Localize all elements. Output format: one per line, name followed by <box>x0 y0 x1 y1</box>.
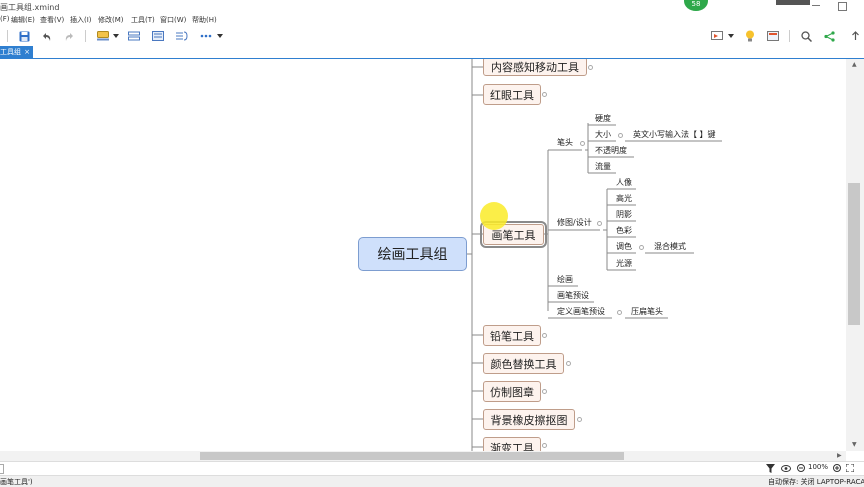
subtopic-toning[interactable]: 调色 <box>616 241 632 252</box>
subtopic-hardness[interactable]: 硬度 <box>595 113 611 124</box>
menu-file[interactable]: (F) <box>0 15 10 23</box>
tab-document[interactable]: 工具组 × <box>0 46 33 58</box>
eye-icon[interactable] <box>781 465 791 474</box>
subtopic-size-note[interactable]: 英文小写输入法【 】键 <box>633 129 716 140</box>
subtopic-brush-preset[interactable]: 画笔预设 <box>557 290 589 301</box>
dropdown-icon[interactable] <box>112 29 120 43</box>
cursor-highlight <box>480 202 508 230</box>
editor-tabs: 工具组 × <box>0 46 864 59</box>
maximize-icon[interactable] <box>838 2 847 11</box>
collapse-icon[interactable] <box>580 141 585 146</box>
filter-icon[interactable] <box>766 464 775 475</box>
subtopic-highlight[interactable]: 高光 <box>616 193 632 204</box>
expand-icon[interactable] <box>566 361 571 366</box>
toolbar-separator <box>7 30 8 42</box>
expand-icon[interactable] <box>542 92 547 97</box>
expand-icon[interactable] <box>577 417 582 422</box>
collapse-icon[interactable] <box>639 245 644 250</box>
minimize-icon[interactable] <box>812 5 820 6</box>
toolbar-separator <box>789 30 790 42</box>
tab-label: 工具组 <box>0 48 21 56</box>
expand-icon[interactable] <box>588 65 593 70</box>
subtopic-brush-tip[interactable]: 笔头 <box>557 137 573 148</box>
toolbar-separator <box>85 30 86 42</box>
export-icon[interactable] <box>848 29 862 43</box>
relationship-icon[interactable] <box>127 29 141 43</box>
scroll-right-icon[interactable]: ▶ <box>837 452 842 459</box>
menu-edit[interactable]: 编辑(E) <box>11 15 35 25</box>
topic-red-eye[interactable]: 红眼工具 <box>483 84 541 105</box>
subtopic-painting[interactable]: 绘画 <box>557 274 573 285</box>
topic-icon[interactable] <box>96 29 110 43</box>
dropdown-icon[interactable] <box>727 29 735 43</box>
menu-tools[interactable]: 工具(T) <box>131 15 155 25</box>
subtopic-opacity[interactable]: 不透明度 <box>595 145 627 156</box>
expand-icon[interactable] <box>542 333 547 338</box>
topic-clone-stamp[interactable]: 仿制图章 <box>483 381 541 402</box>
vertical-scroll-thumb[interactable] <box>848 183 860 325</box>
menu-view[interactable]: 查看(V) <box>40 15 64 25</box>
subtopic-color[interactable]: 色彩 <box>616 225 632 236</box>
collapse-icon[interactable] <box>597 221 602 226</box>
dropdown-icon[interactable] <box>216 29 224 43</box>
zoom-level[interactable]: 100% <box>808 463 828 471</box>
fit-icon[interactable] <box>845 463 855 474</box>
collapse-icon[interactable] <box>618 133 623 138</box>
mindmap-canvas[interactable]: 绘画工具组 内容感知移动工具 红眼工具 画笔工具 铅笔工具 颜色替换工具 仿制图… <box>0 59 846 451</box>
subtopic-retouch-design[interactable]: 修图/设计 <box>557 217 592 228</box>
toolbar <box>0 26 864 46</box>
topic-content-aware-move[interactable]: 内容感知移动工具 <box>483 59 587 76</box>
zoom-in-icon[interactable] <box>833 464 841 474</box>
title-bar: 画工具组.xmind <box>0 0 864 13</box>
horizontal-scroll-thumb[interactable] <box>200 452 624 460</box>
subtopic-shadow[interactable]: 阴影 <box>616 209 632 220</box>
central-topic[interactable]: 绘画工具组 <box>358 237 467 271</box>
scroll-down-icon[interactable]: ▼ <box>852 441 857 448</box>
subtopic-flatten-tip[interactable]: 压扁笔头 <box>631 306 663 317</box>
panel-handle[interactable] <box>0 464 4 474</box>
summary-icon[interactable] <box>175 29 189 43</box>
topic-background-eraser[interactable]: 背景橡皮擦抠图 <box>483 409 575 430</box>
status-bar: 画笔工具') 自动保存: 关闭 LAPTOP-RACA <box>0 475 864 487</box>
subtopic-flow[interactable]: 流量 <box>595 161 611 172</box>
save-icon[interactable] <box>17 29 31 43</box>
window-thumbnail <box>776 0 810 5</box>
collapse-icon[interactable] <box>617 310 622 315</box>
undo-icon[interactable] <box>39 29 53 43</box>
menu-bar: (F) 编辑(E) 查看(V) 插入(I) 修改(M) 工具(T) 窗口(W) … <box>0 13 864 26</box>
share-icon[interactable] <box>822 29 836 43</box>
bottom-toolbar <box>0 461 864 475</box>
boundary-icon[interactable] <box>151 29 165 43</box>
menu-insert[interactable]: 插入(I) <box>70 15 92 25</box>
subtopic-portrait[interactable]: 人像 <box>616 177 632 188</box>
subtopic-define-brush-preset[interactable]: 定义画笔预设 <box>557 306 605 317</box>
window-title: 画工具组.xmind <box>0 3 60 12</box>
menu-window[interactable]: 窗口(W) <box>160 15 186 25</box>
expand-icon[interactable] <box>542 389 547 394</box>
zoom-out-icon[interactable] <box>797 464 805 474</box>
topic-color-replace[interactable]: 颜色替换工具 <box>483 353 564 374</box>
subtopic-size[interactable]: 大小 <box>595 129 611 140</box>
idea-icon[interactable] <box>743 29 757 43</box>
more-icon[interactable] <box>199 29 213 43</box>
search-icon[interactable] <box>799 29 813 43</box>
subtopic-blend-mode[interactable]: 混合模式 <box>654 241 686 252</box>
presentation-icon[interactable] <box>710 29 724 43</box>
redo-icon[interactable] <box>62 29 76 43</box>
menu-modify[interactable]: 修改(M) <box>98 15 124 25</box>
expand-icon[interactable] <box>542 443 547 448</box>
subtopic-light-source[interactable]: 光源 <box>616 258 632 269</box>
topic-gradient[interactable]: 渐变工具 <box>483 437 541 451</box>
close-icon[interactable]: × <box>24 46 30 58</box>
topic-pencil[interactable]: 铅笔工具 <box>483 325 541 346</box>
picture-icon[interactable] <box>766 29 780 43</box>
scroll-up-icon[interactable]: ▲ <box>852 61 857 68</box>
menu-help[interactable]: 帮助(H) <box>192 15 217 25</box>
